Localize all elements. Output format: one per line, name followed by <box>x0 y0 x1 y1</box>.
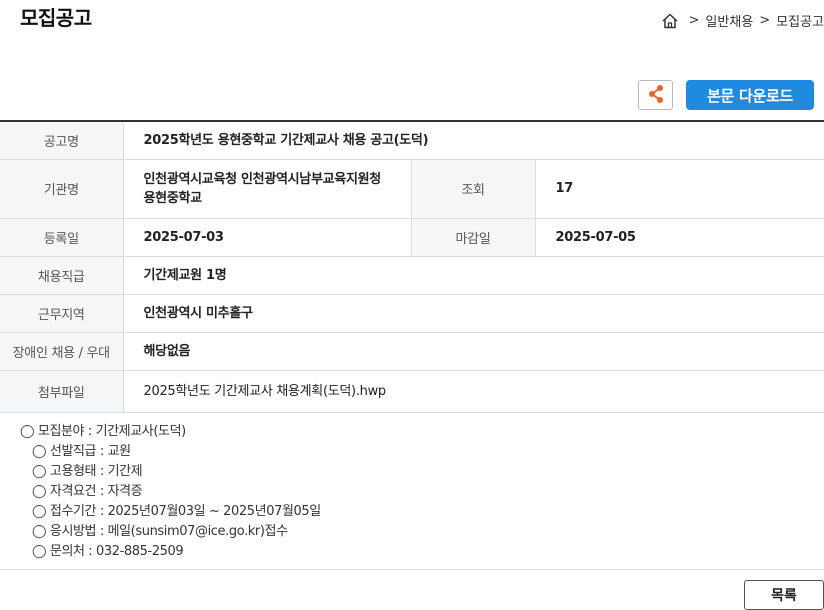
title-label: 공고명 <box>0 121 124 160</box>
location-value: 인천광역시 미추홀구 <box>123 294 824 333</box>
disabled-value: 해당없음 <box>123 332 824 371</box>
position-value: 기간제교원 1명 <box>123 256 824 295</box>
org-label: 기관명 <box>0 159 124 219</box>
deadline-label: 마감일 <box>410 218 536 257</box>
table-row: 등록일 2025-07-03 마감일 2025-07-05 <box>0 218 824 257</box>
reg-date-value: 2025-07-03 <box>123 218 411 257</box>
share-icon <box>647 84 665 107</box>
table-row: 공고명 2025학년도 용현중학교 기간제교사 채용 공고(도덕) <box>0 121 824 160</box>
recruitment-details: ◯ 모집분야 : 기간제교사(도덕) ◯ 선발직급 : 교원 ◯ 고용형태 : … <box>20 422 321 562</box>
views-value: 17 <box>535 159 824 219</box>
detail-item: ◯ 문의처 : 032-885-2509 <box>32 544 184 559</box>
disabled-label: 장애인 채용 / 우대 <box>0 332 124 371</box>
breadcrumb-item-general-hiring[interactable]: 일반채용 <box>705 11 753 30</box>
breadcrumb: > 일반채용 > 모집공고 <box>661 11 824 30</box>
table-row: 첨부파일 2025학년도 기간제교사 채용계획(도덕).hwp <box>0 370 824 413</box>
detail-item: ◯ 선발직급 : 교원 <box>32 444 131 459</box>
detail-item: ◯ 응시방법 : 메일(sunsim07@ice.go.kr)접수 <box>32 524 288 539</box>
table-row: 장애인 채용 / 우대 해당없음 <box>0 332 824 371</box>
title-value: 2025학년도 용현중학교 기간제교사 채용 공고(도덕) <box>123 121 824 160</box>
detail-item: ◯ 접수기간 : 2025년07월03일 ~ 2025년07월05일 <box>32 504 321 519</box>
share-button[interactable] <box>638 80 673 110</box>
detail-item: ◯ 자격요건 : 자격증 <box>32 484 143 499</box>
divider <box>0 569 824 570</box>
position-label: 채용직급 <box>0 256 124 295</box>
deadline-value: 2025-07-05 <box>535 218 824 257</box>
table-row: 근무지역 인천광역시 미추홀구 <box>0 294 824 333</box>
attachment-link[interactable]: 2025학년도 기간제교사 채용계획(도덕).hwp <box>123 370 824 413</box>
location-label: 근무지역 <box>0 294 124 333</box>
home-icon[interactable] <box>661 12 679 30</box>
info-table: 공고명 2025학년도 용현중학교 기간제교사 채용 공고(도덕) 기관명 인천… <box>0 120 824 413</box>
org-value: 인천광역시교육청 인천광역시남부교육지원청 용현중학교 <box>123 159 411 219</box>
table-row: 기관명 인천광역시교육청 인천광역시남부교육지원청 용현중학교 조회 17 <box>0 159 824 219</box>
breadcrumb-separator: > <box>688 13 700 28</box>
detail-item: ◯ 고용형태 : 기간제 <box>32 464 143 479</box>
breadcrumb-separator: > <box>759 13 771 28</box>
list-button[interactable]: 목록 <box>744 580 824 610</box>
table-row: 채용직급 기간제교원 1명 <box>0 256 824 295</box>
page-title: 모집공고 <box>20 6 92 30</box>
reg-date-label: 등록일 <box>0 218 124 257</box>
detail-main: ◯ 모집분야 : 기간제교사(도덕) <box>20 424 186 439</box>
breadcrumb-item-recruitment[interactable]: 모집공고 <box>776 11 824 30</box>
download-body-button[interactable]: 본문 다운로드 <box>686 80 814 110</box>
views-label: 조회 <box>410 159 536 219</box>
attachment-label: 첨부파일 <box>0 370 124 413</box>
